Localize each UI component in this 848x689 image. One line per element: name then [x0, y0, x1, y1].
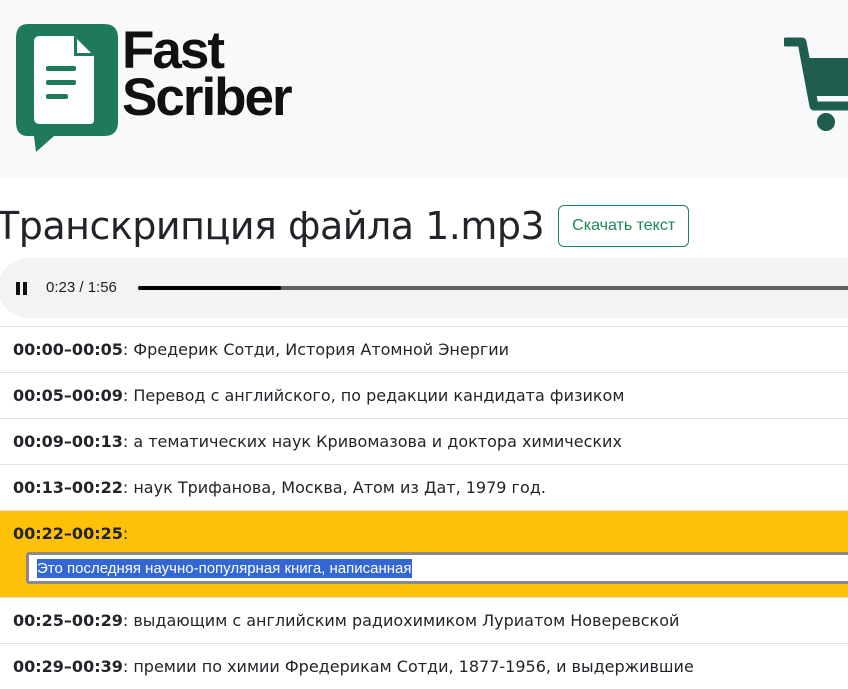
transcript-segment[interactable]: 00:25–00:29: выдающим с английским радио…	[0, 597, 848, 643]
segment-text: : наук Трифанова, Москва, Атом из Дат, 1…	[122, 478, 546, 497]
pause-icon[interactable]	[16, 282, 28, 295]
active-transcript-segment[interactable]: 00:22–00:25: Это последняя научно-популя…	[0, 510, 848, 597]
progress-fill	[138, 286, 281, 290]
download-text-button[interactable]: Скачать текст	[558, 205, 690, 247]
segment-time: 00:29–00:39	[13, 657, 123, 676]
brand-name[interactable]: Fast Scriber	[122, 21, 293, 127]
segment-edit-input[interactable]: Это последняя научно-популярная книга, н…	[26, 552, 848, 584]
segment-time: 00:13–00:22	[13, 478, 123, 497]
page-title: Транскрипция файла 1.mp3	[0, 204, 545, 248]
brand-line-1: Fast	[122, 21, 225, 80]
document-chat-icon[interactable]	[14, 22, 120, 158]
time-display: 0:23 / 1:56	[46, 279, 117, 296]
segment-time: 00:00–00:05	[13, 340, 123, 359]
transcript-segment[interactable]: 00:13–00:22: наук Трифанова, Москва, Ато…	[0, 464, 848, 510]
selected-text: Это последняя научно-популярная книга, н…	[37, 558, 412, 578]
brand-line-2: Scriber	[122, 68, 293, 127]
title-row: Транскрипция файла 1.mp3 Скачать текст	[0, 196, 690, 256]
shopping-cart-icon[interactable]	[781, 36, 848, 140]
segment-text: : премии по химии Фредерикам Сотди, 1877…	[122, 657, 694, 676]
transcript-list: 00:00–00:05: Фредерик Сотди, История Ато…	[0, 326, 848, 689]
site-header: Fast Scriber	[0, 0, 848, 178]
segment-time: 00:22–00:25	[13, 524, 123, 543]
active-segment-header: 00:22–00:25:	[13, 511, 848, 545]
transcript-segment[interactable]: 00:29–00:39: премии по химии Фредерикам …	[0, 643, 848, 689]
segment-colon: :	[122, 524, 129, 543]
transcript-segment[interactable]: 00:00–00:05: Фредерик Сотди, История Ато…	[0, 326, 848, 372]
segment-time: 00:05–00:09	[13, 386, 123, 405]
transcript-segment[interactable]: 00:05–00:09: Перевод с английского, по р…	[0, 372, 848, 418]
segment-text: : а тематических наук Кривомазова и докт…	[122, 432, 622, 451]
progress-slider[interactable]	[138, 286, 848, 290]
segment-text: : Перевод с английского, по редакции кан…	[122, 386, 625, 405]
segment-text: : Фредерик Сотди, История Атомной Энерги…	[122, 340, 510, 359]
audio-player[interactable]: 0:23 / 1:56	[0, 258, 848, 318]
segment-text: : выдающим с английским радиохимиком Лур…	[122, 611, 680, 630]
transcript-segment[interactable]: 00:09–00:13: а тематических наук Кривома…	[0, 418, 848, 464]
segment-time: 00:25–00:29	[13, 611, 123, 630]
segment-time: 00:09–00:13	[13, 432, 123, 451]
